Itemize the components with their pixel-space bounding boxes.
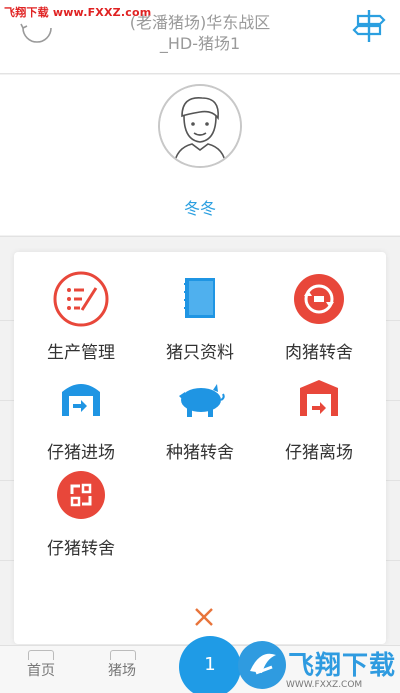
menu-item-label: 猪只资料 xyxy=(166,343,234,363)
menu-item-label: 种猪转舍 xyxy=(166,443,234,463)
title-line-1: (老潘猪场)华东战区 xyxy=(129,13,271,32)
tab-home[interactable]: 首页 xyxy=(27,660,55,680)
divider xyxy=(0,236,400,237)
barn-in-icon xyxy=(62,384,100,416)
profile-section: 冬冬 xyxy=(0,75,400,235)
menu-item-piglet-in[interactable]: 仔猪进场 xyxy=(22,370,140,463)
menu-item-label: 仔猪进场 xyxy=(47,443,115,463)
menu-item-breeder-transfer[interactable]: 种猪转舍 xyxy=(141,370,259,463)
menu-item-production[interactable]: 生产管理 xyxy=(22,270,140,363)
production-icon xyxy=(53,271,109,327)
menu-item-label: 仔猪离场 xyxy=(285,443,353,463)
user-name: 冬冬 xyxy=(183,199,216,218)
app-header: 飞翔下载 www.FXXZ.com (老潘猪场)华东战区 _HD-猪场1 xyxy=(0,0,400,74)
user-avatar-icon[interactable] xyxy=(158,84,242,168)
pig-icon xyxy=(179,384,225,417)
signpost-icon[interactable] xyxy=(352,8,386,44)
transfer-circle-icon xyxy=(294,274,344,324)
page-title: (老潘猪场)华东战区 _HD-猪场1 xyxy=(100,12,300,54)
notebook-icon xyxy=(184,278,215,318)
tab-farm[interactable]: 猪场 xyxy=(108,660,136,680)
close-icon[interactable] xyxy=(192,605,216,629)
menu-item-label: 仔猪转舍 xyxy=(47,539,115,559)
logo-subtext: WWW.FXXZ.COM xyxy=(286,680,363,690)
menu-item-pork-transfer[interactable]: 肉猪转舍 xyxy=(260,270,378,363)
quick-menu-panel: 生产管理 猪只资料 肉猪转舍 仔猪进场 种猪转舍 仔猪离场 仔猪转舍 xyxy=(14,252,386,644)
title-line-2: _HD-猪场1 xyxy=(159,34,241,53)
menu-item-pig-records[interactable]: 猪只资料 xyxy=(141,270,259,363)
menu-item-label: 肉猪转舍 xyxy=(285,343,353,363)
home-icon xyxy=(28,650,54,660)
farm-icon xyxy=(110,650,136,660)
logo-text: 飞翔下载 xyxy=(288,651,397,681)
refresh-arc-icon[interactable] xyxy=(20,18,54,44)
swap-circle-icon xyxy=(57,471,105,519)
menu-item-piglet-out[interactable]: 仔猪离场 xyxy=(260,370,378,463)
menu-item-piglet-transfer[interactable]: 仔猪转舍 xyxy=(22,466,140,559)
menu-item-label: 生产管理 xyxy=(47,343,115,363)
barn-out-icon xyxy=(300,380,338,416)
